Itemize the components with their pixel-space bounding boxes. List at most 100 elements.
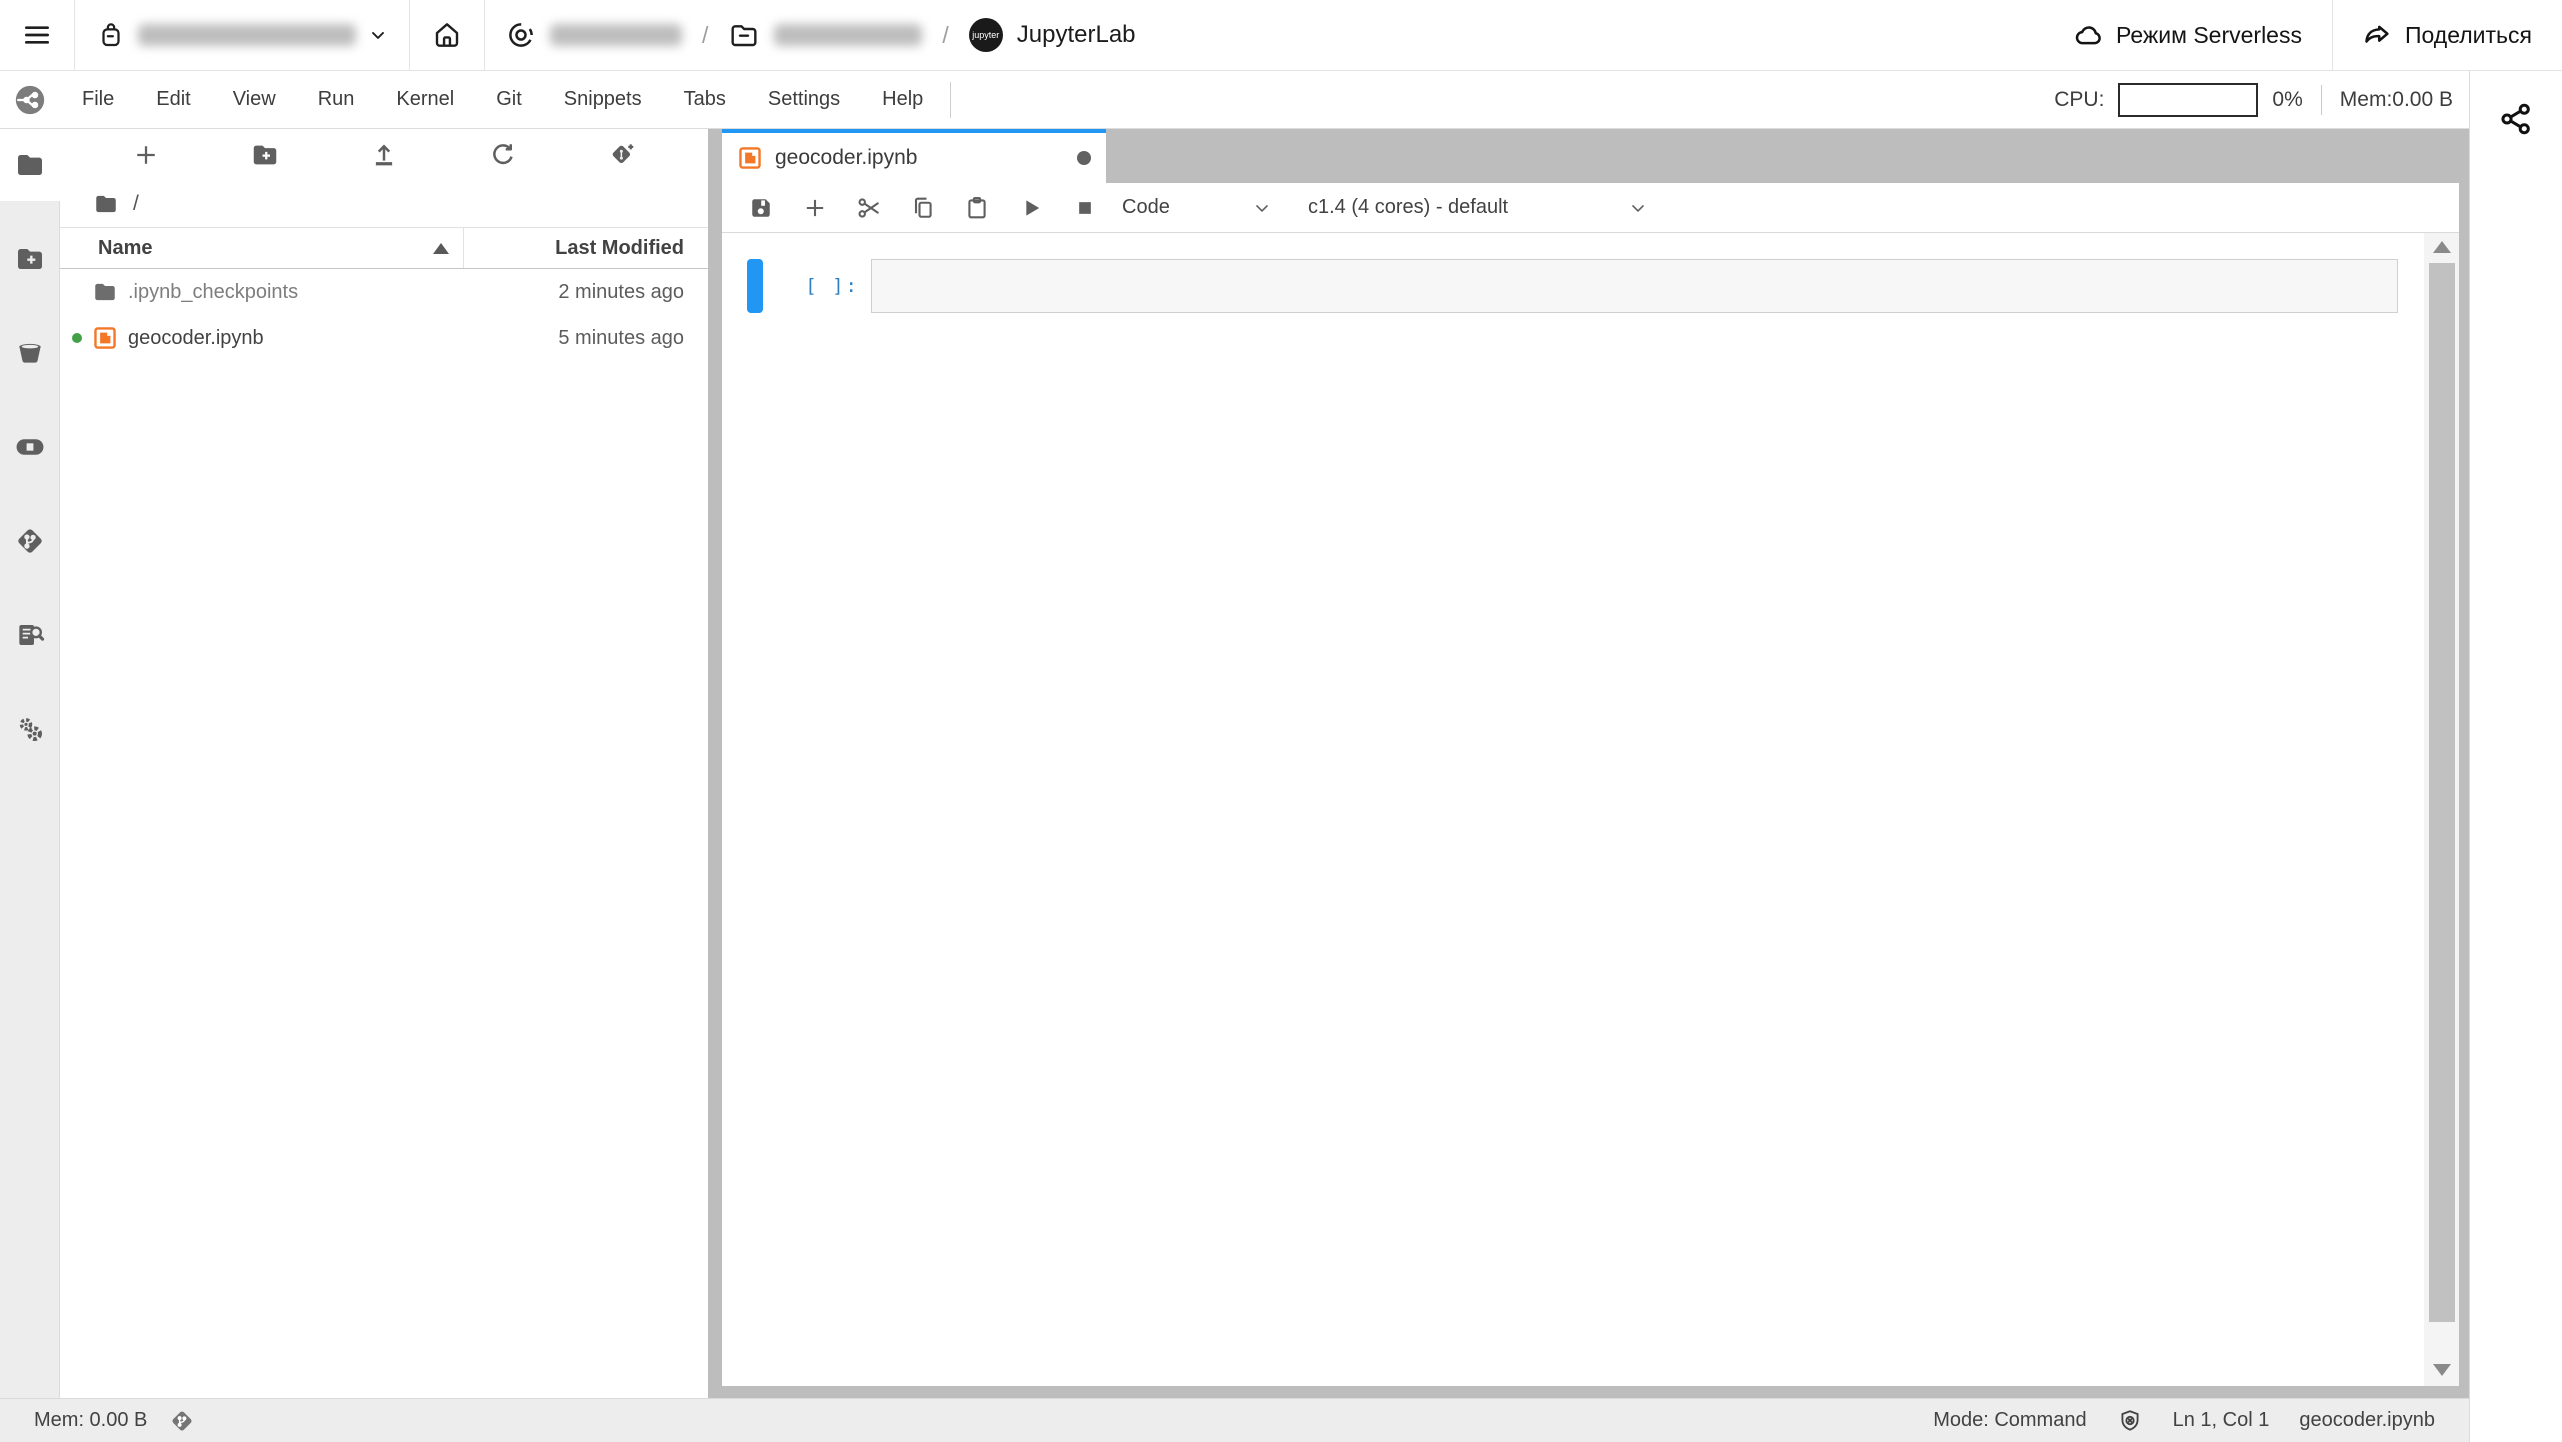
redacted-organization-name: [138, 24, 356, 46]
share-button[interactable]: Поделиться: [2333, 0, 2562, 70]
menu-kernel[interactable]: Kernel: [375, 71, 475, 128]
file-list-header: Name Last Modified: [60, 227, 708, 269]
menu-view[interactable]: View: [212, 71, 297, 128]
resource-usage: CPU: 0% Mem:0.00 B: [2054, 83, 2469, 117]
cell-collapser[interactable]: [747, 259, 763, 313]
sidebar-tab-file-browser[interactable]: [0, 129, 60, 201]
file-browser-toolbar: [60, 129, 708, 181]
run-cell-button[interactable]: [1004, 186, 1058, 230]
kernel-select[interactable]: c1.4 (4 cores) - default: [1308, 196, 1648, 219]
dock-tabbar: geocoder.ipynb: [722, 129, 2459, 183]
jupyter-logo-icon: jupyter: [969, 18, 1003, 52]
notebook-scrollbar[interactable]: [2424, 233, 2459, 1386]
cpu-label: CPU:: [2054, 88, 2104, 112]
notebook-icon: [84, 325, 126, 351]
activity-sidebar: [0, 129, 60, 1398]
redacted-project-id[interactable]: [774, 24, 922, 46]
scrollbar-thumb[interactable]: [2429, 263, 2455, 1322]
cell-input-editor[interactable]: [871, 259, 2398, 313]
workspace: / Name Last Modified .ipynb_checkpoints …: [0, 129, 2469, 1398]
run-icon: [1017, 194, 1045, 222]
cut-cells-button[interactable]: [842, 186, 896, 230]
cell-type-select[interactable]: Code: [1122, 196, 1272, 219]
kernel-value: c1.4 (4 cores) - default: [1308, 196, 1628, 219]
bucket-icon: [14, 337, 46, 369]
sidebar-tab-inspector[interactable]: [0, 599, 60, 671]
sidebar-tab-bucket[interactable]: [0, 317, 60, 389]
cell-prompt: [ ]:: [763, 259, 871, 313]
menu-help[interactable]: Help: [861, 71, 944, 128]
new-folder-button[interactable]: [241, 133, 289, 177]
gears-icon: [14, 713, 46, 745]
page-title: JupyterLab: [1017, 21, 1136, 49]
menu-git[interactable]: Git: [475, 71, 543, 128]
file-row-geocoder[interactable]: geocoder.ipynb 5 minutes ago: [60, 315, 708, 361]
cell-list: [ ]:: [722, 233, 2424, 1386]
new-folder-icon: [250, 140, 280, 170]
paste-cells-button[interactable]: [950, 186, 1004, 230]
file-row-checkpoints[interactable]: .ipynb_checkpoints 2 minutes ago: [60, 269, 708, 315]
git-icon: [14, 525, 46, 557]
breadcrumb: / / jupyter JupyterLab: [485, 0, 1157, 70]
memory-usage: Mem:0.00 B: [2340, 88, 2453, 112]
organization-selector[interactable]: [75, 0, 409, 70]
column-header-name[interactable]: Name: [60, 228, 464, 268]
cursor-position[interactable]: Ln 1, Col 1: [2173, 1409, 2270, 1432]
menu-settings[interactable]: Settings: [747, 71, 861, 128]
scroll-up-icon[interactable]: [2433, 241, 2451, 253]
memory-status: Mem: 0.00 B: [34, 1409, 147, 1432]
unsaved-changes-indicator[interactable]: [1077, 151, 1091, 165]
cpu-percent: 0%: [2272, 88, 2302, 112]
file-modified: 5 minutes ago: [558, 327, 708, 350]
menu-tabs[interactable]: Tabs: [663, 71, 747, 128]
chevron-down-icon: [1628, 198, 1648, 218]
topbar-right: Режим Serverless Поделиться: [2044, 0, 2562, 70]
column-header-last-modified[interactable]: Last Modified: [464, 237, 708, 260]
save-button[interactable]: [734, 186, 788, 230]
redacted-service-name[interactable]: [550, 24, 682, 46]
add-cell-icon: [801, 194, 829, 222]
copy-cells-button[interactable]: [896, 186, 950, 230]
divider: [2321, 85, 2322, 115]
app-body: File Edit View Run Kernel Git Snippets T…: [0, 71, 2562, 1442]
share-graph-icon[interactable]: [2498, 101, 2534, 137]
main-menu-button[interactable]: [0, 0, 74, 70]
new-launcher-button[interactable]: [122, 133, 170, 177]
git-diamond-icon[interactable]: [169, 1408, 195, 1434]
menu-icon: [21, 19, 53, 51]
divider: [950, 82, 951, 118]
statusbar: Mem: 0.00 B Mode: Command Ln 1, Col 1 ge…: [0, 1398, 2469, 1442]
right-rail: [2470, 71, 2562, 1442]
main-dock: geocoder.ipynb: [708, 129, 2469, 1398]
current-path[interactable]: /: [133, 192, 139, 216]
home-icon: [431, 19, 463, 51]
notebook-toolbar: Code c1.4 (4 cores) - default: [722, 183, 2459, 233]
file-name: geocoder.ipynb: [126, 327, 558, 350]
folder-outline-icon: [728, 19, 760, 51]
stop-kernel-button[interactable]: [1058, 186, 1112, 230]
menu-edit[interactable]: Edit: [135, 71, 211, 128]
add-cell-button[interactable]: [788, 186, 842, 230]
menu-snippets[interactable]: Snippets: [543, 71, 663, 128]
scroll-down-icon[interactable]: [2433, 1364, 2451, 1376]
refresh-button[interactable]: [479, 133, 527, 177]
home-button[interactable]: [410, 0, 484, 70]
upload-button[interactable]: [360, 133, 408, 177]
serverless-mode-button[interactable]: Режим Serverless: [2044, 0, 2332, 70]
sidebar-tab-settings[interactable]: [0, 693, 60, 765]
menu-file[interactable]: File: [61, 71, 135, 128]
sidebar-tab-git[interactable]: [0, 505, 60, 577]
git-clone-button[interactable]: [598, 133, 646, 177]
sidebar-tab-running[interactable]: [0, 411, 60, 483]
menubar: File Edit View Run Kernel Git Snippets T…: [0, 71, 2469, 129]
bag-icon: [96, 20, 126, 50]
root-folder-icon[interactable]: [93, 191, 119, 217]
sidebar-tab-new-folder[interactable]: [0, 223, 60, 295]
shield-x-icon[interactable]: [2117, 1408, 2143, 1434]
breadcrumb-separator: /: [936, 22, 954, 49]
kernel-running-indicator: [72, 333, 82, 343]
file-name: .ipynb_checkpoints: [126, 281, 558, 304]
tab-geocoder-notebook[interactable]: geocoder.ipynb: [722, 129, 1106, 183]
mode-indicator[interactable]: Mode: Command: [1933, 1409, 2086, 1432]
menu-run[interactable]: Run: [297, 71, 376, 128]
